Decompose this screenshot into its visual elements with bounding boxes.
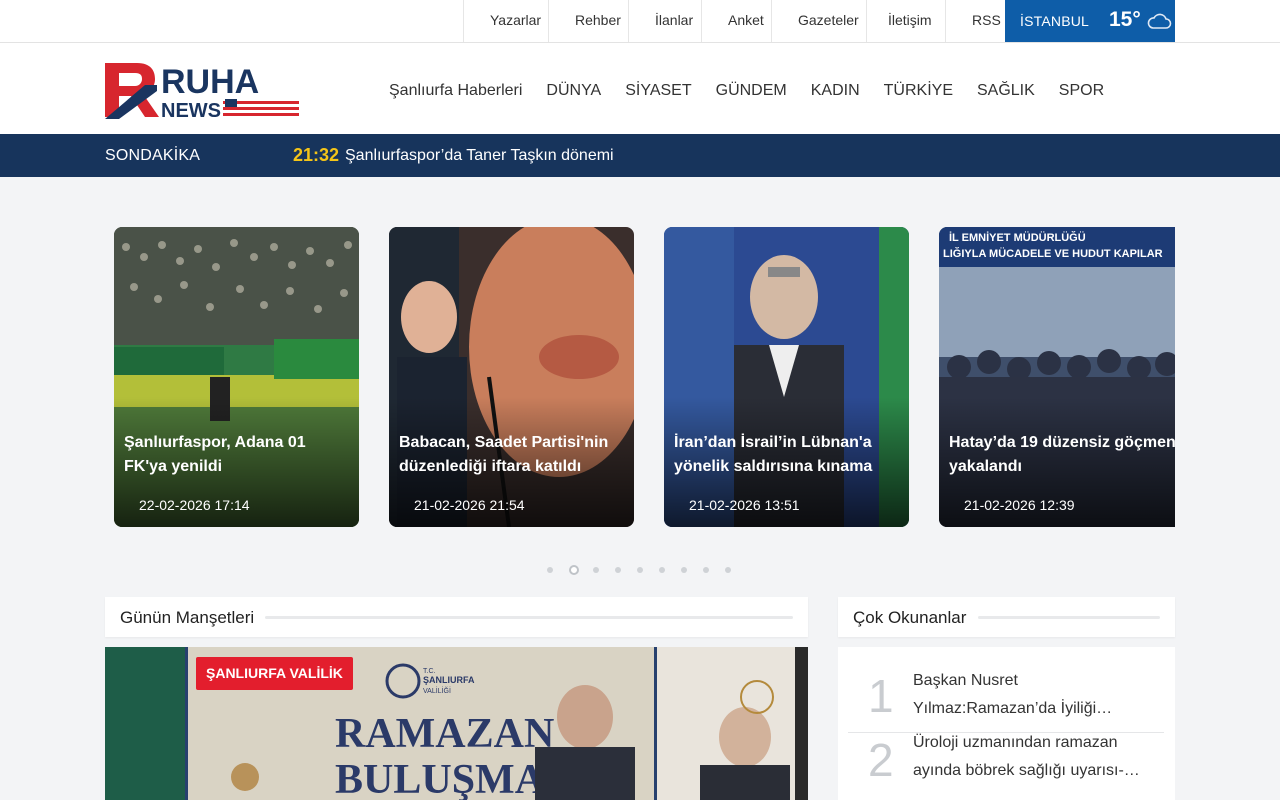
top-link-yazarlar[interactable]: Yazarlar	[463, 0, 548, 42]
top-link-iletisim[interactable]: İletişim	[866, 0, 945, 42]
svg-text:BULUŞMA: BULUŞMA	[335, 757, 546, 800]
nav-saglik[interactable]: SAĞLIK	[965, 81, 1047, 101]
slider-card[interactable]: Şanlıurfaspor, Adana 01 FK'ya yenildi 22…	[114, 227, 359, 527]
svg-text:T.C.: T.C.	[423, 668, 436, 675]
top-link-gazeteler[interactable]: Gazeteler	[771, 0, 866, 42]
mostread-section-header: Çok Okunanlar	[838, 597, 1175, 637]
breaking-headline[interactable]: Şanlıurfaspor’da Taner Taşkın dönemi	[345, 147, 614, 165]
slider-dot[interactable]	[615, 567, 621, 573]
news-slider: Şanlıurfaspor, Adana 01 FK'ya yenildi 22…	[114, 227, 1175, 527]
nav-dunya[interactable]: DÜNYA	[534, 81, 613, 101]
nav-sanliurfa-haberleri[interactable]: Şanlıurfa Haberleri	[377, 81, 534, 101]
svg-text:ŞANLIURFA: ŞANLIURFA	[423, 675, 475, 685]
breaking-label: SONDAKİKA	[105, 147, 201, 164]
top-link-ilanlar[interactable]: İlanlar	[628, 0, 701, 42]
top-links: Yazarlar Rehber İlanlar Anket Gazeteler …	[463, 0, 1005, 42]
list-item-number: 2	[868, 734, 894, 786]
slider-dot[interactable]	[593, 567, 599, 573]
card-title[interactable]: Hatay’da 19 düzensiz göçmen yakalandı	[949, 431, 1175, 479]
headlines-section-header: Günün Manşetleri	[105, 597, 808, 637]
top-link-anket[interactable]: Anket	[701, 0, 771, 42]
cloud-icon	[1147, 13, 1172, 29]
section-title: Günün Manşetleri	[120, 608, 255, 627]
section-title: Çok Okunanlar	[853, 608, 967, 627]
nav-turkiye[interactable]: TÜRKİYE	[872, 81, 965, 101]
slider-dot[interactable]	[703, 567, 709, 573]
card-date: 21-02-2026 21:54	[414, 497, 525, 513]
list-item-text[interactable]: Başkan Nusret Yılmaz:Ramazan’da İyiliği…	[913, 667, 1153, 723]
card-title[interactable]: İran’dan İsrail’in Lübnan'a yönelik sald…	[674, 431, 902, 479]
logo-ruha-text: RUHA	[161, 63, 259, 101]
svg-text:VALİLİĞİ: VALİLİĞİ	[423, 686, 451, 695]
section-divider	[265, 616, 793, 619]
breaking-time: 21:32	[293, 145, 340, 165]
card-title[interactable]: Babacan, Saadet Partisi'nin düzenlediği …	[399, 431, 627, 479]
category-tag[interactable]: ŞANLIURFA VALİLİK	[196, 657, 353, 690]
site-header: RUHA NEWS Şanlıurfa Haberleri DÜNYA SİYA…	[0, 43, 1280, 134]
list-item[interactable]: 2 Üroloji uzmanından ramazan ayında böbr…	[848, 733, 1164, 800]
section-divider	[978, 616, 1160, 619]
weather-city: İSTANBUL	[1020, 13, 1090, 29]
slider-dot[interactable]	[725, 567, 731, 573]
weather-widget[interactable]: İSTANBUL 15°	[1005, 0, 1175, 42]
slider-dot[interactable]	[637, 567, 643, 573]
card-date: 21-02-2026 13:51	[689, 497, 800, 513]
slider-dot-active[interactable]	[569, 565, 579, 575]
top-link-rss[interactable]: RSS	[945, 0, 1005, 42]
ruhanews-logo[interactable]: RUHA NEWS	[105, 63, 300, 119]
slider-dot[interactable]	[659, 567, 665, 573]
top-link-rehber[interactable]: Rehber	[548, 0, 628, 42]
nav-siyaset[interactable]: SİYASET	[613, 81, 703, 101]
banner-text: RAMAZAN	[335, 711, 554, 757]
card-date: 22-02-2026 17:14	[139, 497, 250, 513]
main-navigation: Şanlıurfa Haberleri DÜNYA SİYASET GÜNDEM…	[377, 81, 1116, 101]
sign-text: İL EMNİYET MÜDÜRLÜĞÜ	[949, 231, 1086, 244]
nav-spor[interactable]: SPOR	[1047, 81, 1116, 101]
top-utility-bar: Yazarlar Rehber İlanlar Anket Gazeteler …	[0, 0, 1280, 43]
list-item-text[interactable]: Üroloji uzmanından ramazan ayında böbrek…	[913, 729, 1153, 785]
slider-dot[interactable]	[547, 567, 553, 573]
card-title[interactable]: Şanlıurfaspor, Adana 01 FK'ya yenildi	[124, 431, 352, 479]
most-read-list: 1 Başkan Nusret Yılmaz:Ramazan’da İyiliğ…	[838, 647, 1175, 800]
weather-temperature: 15°	[1109, 8, 1141, 31]
slider-dot[interactable]	[681, 567, 687, 573]
slider-card[interactable]: İL EMNİYET MÜDÜRLÜĞÜ LIĞIYLA MÜCADELE VE…	[939, 227, 1175, 527]
list-item[interactable]: 1 Başkan Nusret Yılmaz:Ramazan’da İyiliğ…	[848, 647, 1164, 731]
svg-text:LIĞIYLA MÜCADELE VE HUDUT KAPI: LIĞIYLA MÜCADELE VE HUDUT KAPILAR	[943, 247, 1163, 260]
logo-news-text: NEWS	[161, 100, 221, 119]
card-date: 21-02-2026 12:39	[964, 497, 1075, 513]
nav-gundem[interactable]: GÜNDEM	[704, 81, 799, 101]
nav-kadin[interactable]: KADIN	[799, 81, 872, 101]
slider-card[interactable]: Babacan, Saadet Partisi'nin düzenlediği …	[389, 227, 634, 527]
list-item-number: 1	[868, 670, 894, 722]
breaking-news-bar: SONDAKİKA 21:32 Şanlıurfaspor’da Taner T…	[0, 134, 1280, 177]
slider-pagination	[547, 564, 747, 576]
slider-card[interactable]: İran’dan İsrail’in Lübnan'a yönelik sald…	[664, 227, 909, 527]
